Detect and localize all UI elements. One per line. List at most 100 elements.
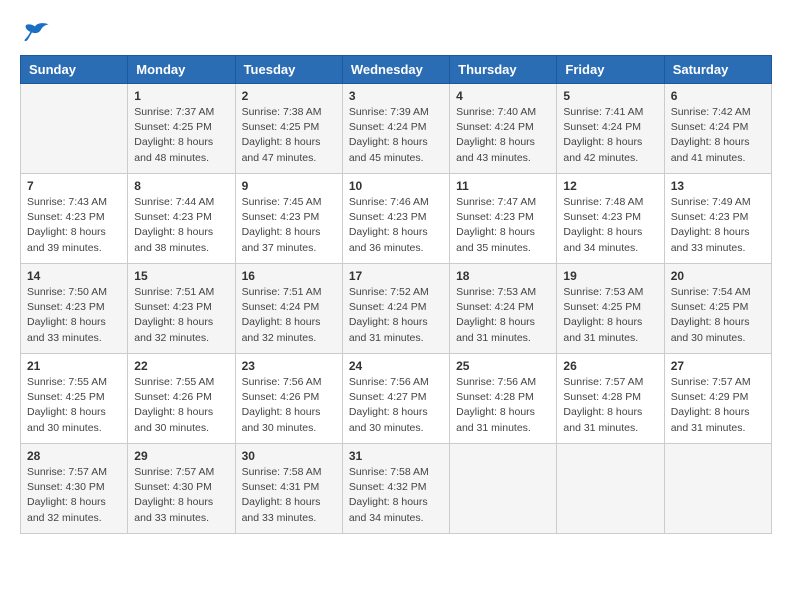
day-number: 31 — [349, 449, 443, 463]
day-info: Sunrise: 7:41 AMSunset: 4:24 PMDaylight:… — [563, 105, 657, 166]
calendar-day-cell: 14 Sunrise: 7:50 AMSunset: 4:23 PMDayligh… — [21, 264, 128, 354]
day-number: 24 — [349, 359, 443, 373]
calendar-table: SundayMondayTuesdayWednesdayThursdayFrid… — [20, 55, 772, 534]
calendar-day-cell: 17 Sunrise: 7:52 AMSunset: 4:24 PMDayligh… — [342, 264, 449, 354]
day-info: Sunrise: 7:51 AMSunset: 4:23 PMDaylight:… — [134, 285, 228, 346]
calendar-day-cell: 7Sunrise: 7:43 AMSunset: 4:23 PMDaylight… — [21, 174, 128, 264]
day-info: Sunrise: 7:55 AMSunset: 4:25 PMDaylight:… — [27, 375, 121, 436]
calendar-week-row: 21 Sunrise: 7:55 AMSunset: 4:25 PMDayligh… — [21, 354, 772, 444]
calendar-day-cell: 4 Sunrise: 7:40 AMSunset: 4:24 PMDaylight… — [450, 84, 557, 174]
day-number: 12 — [563, 179, 657, 193]
day-info: Sunrise: 7:52 AMSunset: 4:24 PMDaylight:… — [349, 285, 443, 346]
day-info: Sunrise: 7:47 AMSunset: 4:23 PMDaylight:… — [456, 195, 550, 256]
calendar-day-cell: 1 Sunrise: 7:37 AMSunset: 4:25 PMDaylight… — [128, 84, 235, 174]
calendar-header-tuesday: Tuesday — [235, 56, 342, 84]
day-number: 13 — [671, 179, 765, 193]
calendar-day-cell: 15 Sunrise: 7:51 AMSunset: 4:23 PMDayligh… — [128, 264, 235, 354]
day-number: 16 — [242, 269, 336, 283]
calendar-day-cell: 13 Sunrise: 7:49 AMSunset: 4:23 PMDayligh… — [664, 174, 771, 264]
calendar-header-thursday: Thursday — [450, 56, 557, 84]
calendar-day-cell: 9 Sunrise: 7:45 AMSunset: 4:23 PMDaylight… — [235, 174, 342, 264]
calendar-header-wednesday: Wednesday — [342, 56, 449, 84]
day-number: 3 — [349, 89, 443, 103]
day-number: 26 — [563, 359, 657, 373]
calendar-header-row: SundayMondayTuesdayWednesdayThursdayFrid… — [21, 56, 772, 84]
calendar-week-row: 7Sunrise: 7:43 AMSunset: 4:23 PMDaylight… — [21, 174, 772, 264]
day-number: 6 — [671, 89, 765, 103]
calendar-day-cell: 24 Sunrise: 7:56 AMSunset: 4:27 PMDayligh… — [342, 354, 449, 444]
day-info: Sunrise: 7:44 AMSunset: 4:23 PMDaylight:… — [134, 195, 228, 256]
day-number: 20 — [671, 269, 765, 283]
page-header — [20, 20, 772, 45]
day-number: 25 — [456, 359, 550, 373]
day-info: Sunrise: 7:57 AMSunset: 4:29 PMDaylight:… — [671, 375, 765, 436]
calendar-header-sunday: Sunday — [21, 56, 128, 84]
calendar-day-cell: 28Sunrise: 7:57 AMSunset: 4:30 PMDayligh… — [21, 444, 128, 534]
day-info: Sunrise: 7:49 AMSunset: 4:23 PMDaylight:… — [671, 195, 765, 256]
calendar-day-cell: 5 Sunrise: 7:41 AMSunset: 4:24 PMDaylight… — [557, 84, 664, 174]
calendar-day-cell: 20 Sunrise: 7:54 AMSunset: 4:25 PMDayligh… — [664, 264, 771, 354]
calendar-day-cell: 21 Sunrise: 7:55 AMSunset: 4:25 PMDayligh… — [21, 354, 128, 444]
calendar-day-cell: 3 Sunrise: 7:39 AMSunset: 4:24 PMDaylight… — [342, 84, 449, 174]
day-info: Sunrise: 7:39 AMSunset: 4:24 PMDaylight:… — [349, 105, 443, 166]
logo-icon — [20, 20, 50, 45]
logo — [20, 20, 54, 45]
calendar-day-cell: 8 Sunrise: 7:44 AMSunset: 4:23 PMDaylight… — [128, 174, 235, 264]
calendar-day-cell: 25 Sunrise: 7:56 AMSunset: 4:28 PMDayligh… — [450, 354, 557, 444]
calendar-day-cell: 29 Sunrise: 7:57 AMSunset: 4:30 PMDayligh… — [128, 444, 235, 534]
day-number: 29 — [134, 449, 228, 463]
calendar-header-monday: Monday — [128, 56, 235, 84]
day-info: Sunrise: 7:50 AMSunset: 4:23 PMDaylight:… — [27, 285, 121, 346]
calendar-day-cell: 18 Sunrise: 7:53 AMSunset: 4:24 PMDayligh… — [450, 264, 557, 354]
day-number: 28 — [27, 449, 121, 463]
day-info: Sunrise: 7:58 AMSunset: 4:31 PMDaylight:… — [242, 465, 336, 526]
day-info: Sunrise: 7:43 AMSunset: 4:23 PMDaylight:… — [27, 195, 121, 256]
calendar-week-row: 1 Sunrise: 7:37 AMSunset: 4:25 PMDaylight… — [21, 84, 772, 174]
day-number: 30 — [242, 449, 336, 463]
day-number: 15 — [134, 269, 228, 283]
day-info: Sunrise: 7:42 AMSunset: 4:24 PMDaylight:… — [671, 105, 765, 166]
day-info: Sunrise: 7:51 AMSunset: 4:24 PMDaylight:… — [242, 285, 336, 346]
day-info: Sunrise: 7:58 AMSunset: 4:32 PMDaylight:… — [349, 465, 443, 526]
calendar-day-cell — [664, 444, 771, 534]
day-info: Sunrise: 7:53 AMSunset: 4:24 PMDaylight:… — [456, 285, 550, 346]
day-info: Sunrise: 7:56 AMSunset: 4:27 PMDaylight:… — [349, 375, 443, 436]
day-info: Sunrise: 7:57 AMSunset: 4:28 PMDaylight:… — [563, 375, 657, 436]
day-info: Sunrise: 7:38 AMSunset: 4:25 PMDaylight:… — [242, 105, 336, 166]
calendar-day-cell: 23Sunrise: 7:56 AMSunset: 4:26 PMDayligh… — [235, 354, 342, 444]
day-number: 11 — [456, 179, 550, 193]
day-info: Sunrise: 7:37 AMSunset: 4:25 PMDaylight:… — [134, 105, 228, 166]
day-info: Sunrise: 7:40 AMSunset: 4:24 PMDaylight:… — [456, 105, 550, 166]
day-number: 1 — [134, 89, 228, 103]
day-number: 18 — [456, 269, 550, 283]
calendar-day-cell: 10 Sunrise: 7:46 AMSunset: 4:23 PMDayligh… — [342, 174, 449, 264]
calendar-day-cell: 22Sunrise: 7:55 AMSunset: 4:26 PMDayligh… — [128, 354, 235, 444]
day-number: 4 — [456, 89, 550, 103]
calendar-day-cell: 12 Sunrise: 7:48 AMSunset: 4:23 PMDayligh… — [557, 174, 664, 264]
day-number: 14 — [27, 269, 121, 283]
day-info: Sunrise: 7:54 AMSunset: 4:25 PMDaylight:… — [671, 285, 765, 346]
calendar-day-cell: 2 Sunrise: 7:38 AMSunset: 4:25 PMDaylight… — [235, 84, 342, 174]
calendar-week-row: 28 Sunrise: 7:57 AMSunset: 4:30 PMDayligh… — [21, 444, 772, 534]
calendar-day-cell — [557, 444, 664, 534]
day-info: Sunrise: 7:45 AMSunset: 4:23 PMDaylight:… — [242, 195, 336, 256]
day-info: Sunrise: 7:53 AMSunset: 4:25 PMDaylight:… — [563, 285, 657, 346]
calendar-day-cell: 30 Sunrise: 7:58 AMSunset: 4:31 PMDayligh… — [235, 444, 342, 534]
day-number: 5 — [563, 89, 657, 103]
day-info: Sunrise: 7:46 AMSunset: 4:23 PMDaylight:… — [349, 195, 443, 256]
day-number: 10 — [349, 179, 443, 193]
day-info: Sunrise: 7:48 AMSunset: 4:23 PMDaylight:… — [563, 195, 657, 256]
day-info: Sunrise: 7:57 AMSunset: 4:30 PMDaylight:… — [134, 465, 228, 526]
calendar-header-saturday: Saturday — [664, 56, 771, 84]
calendar-day-cell: 11 Sunrise: 7:47 AMSunset: 4:23 PMDayligh… — [450, 174, 557, 264]
day-number: 8 — [134, 179, 228, 193]
day-number: 23 — [242, 359, 336, 373]
calendar-day-cell: 16 Sunrise: 7:51 AMSunset: 4:24 PMDayligh… — [235, 264, 342, 354]
calendar-day-cell — [21, 84, 128, 174]
day-number: 9 — [242, 179, 336, 193]
day-number: 27 — [671, 359, 765, 373]
day-number: 21 — [27, 359, 121, 373]
day-number: 17 — [349, 269, 443, 283]
day-number: 2 — [242, 89, 336, 103]
day-info: Sunrise: 7:56 AMSunset: 4:28 PMDaylight:… — [456, 375, 550, 436]
